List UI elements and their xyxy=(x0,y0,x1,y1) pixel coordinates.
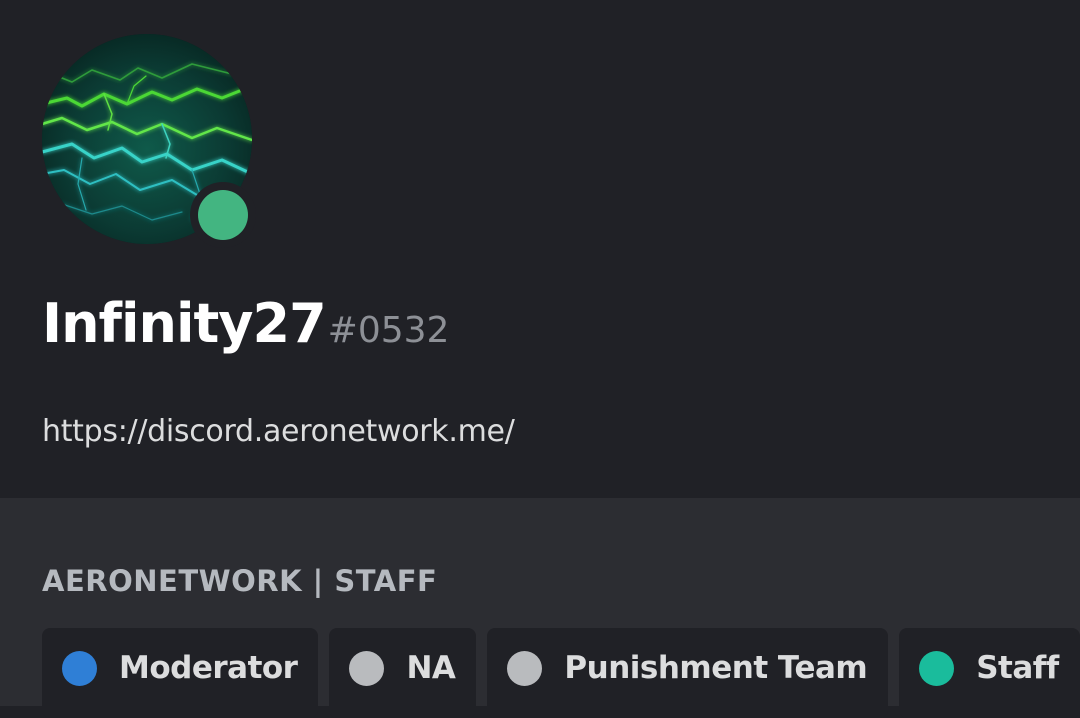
role-pill-na[interactable]: NA xyxy=(329,628,477,718)
bio-link[interactable]: https://discord.aeronetwork.me/ xyxy=(42,414,515,449)
role-color-icon xyxy=(349,651,385,686)
role-label: Punishment Team xyxy=(564,650,868,686)
role-pill-staff[interactable]: Staff xyxy=(899,628,1080,718)
username[interactable]: Infinity27 xyxy=(42,292,327,355)
role-label: NA xyxy=(406,650,456,686)
role-pill-punishment-team[interactable]: Punishment Team xyxy=(487,628,889,718)
role-label: Staff xyxy=(976,650,1059,686)
status-indicator xyxy=(190,182,256,248)
role-label: Moderator xyxy=(119,650,298,686)
role-color-icon xyxy=(919,651,955,686)
avatar-container[interactable] xyxy=(42,34,256,248)
role-color-icon xyxy=(62,651,97,686)
discriminator: #0532 xyxy=(327,310,450,351)
role-list: Moderator NA Punishment Team Staff xyxy=(42,628,1080,718)
roles-panel: AERONETWORK | STAFF Moderator NA Punishm… xyxy=(0,498,1080,718)
role-pill-moderator[interactable]: Moderator xyxy=(42,628,319,718)
profile-header: Infinity27 #0532 https://discord.aeronet… xyxy=(0,0,1080,498)
online-status-icon xyxy=(198,190,248,240)
roles-section-title: AERONETWORK | STAFF xyxy=(42,564,438,598)
username-row: Infinity27 #0532 xyxy=(42,292,449,355)
role-color-icon xyxy=(507,651,543,686)
